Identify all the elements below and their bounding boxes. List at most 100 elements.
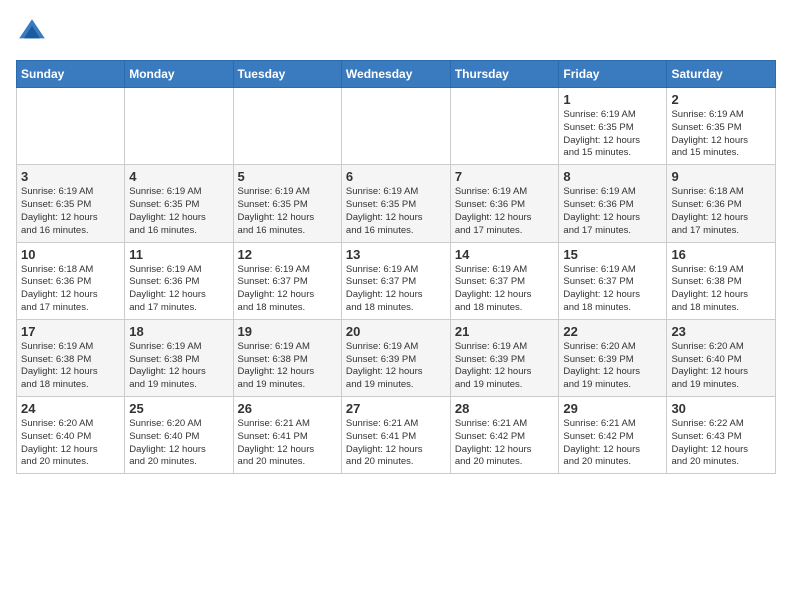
day-number: 5 <box>238 169 337 184</box>
day-number: 25 <box>129 401 228 416</box>
calendar-cell-24: 24Sunrise: 6:20 AM Sunset: 6:40 PM Dayli… <box>17 397 125 474</box>
calendar-cell-30: 30 Sunrise: 6:22 AM Sunset: 6:43 PM Dayli… <box>667 397 776 474</box>
day-number: 9 <box>671 169 771 184</box>
day-info: Sunrise: 6:21 AM Sunset: 6:41 PM Dayligh… <box>238 418 337 469</box>
day-info: Sunrise: 6:19 AM Sunset: 6:35 PM Dayligh… <box>671 109 771 160</box>
day-info: Sunrise: 6:19 AM Sunset: 6:36 PM Dayligh… <box>563 186 662 237</box>
calendar-cell-20: 20 Sunrise: 6:19 AM Sunset: 6:39 PM Dayli… <box>341 319 450 396</box>
day-info: Sunrise: 6:21 AM Sunset: 6:42 PM Dayligh… <box>563 418 662 469</box>
calendar-cell-11: 11 Sunrise: 6:19 AM Sunset: 6:36 PM Dayli… <box>125 242 233 319</box>
calendar-cell-empty <box>450 88 559 165</box>
day-info: Sunrise: 6:18 AM Sunset: 6:36 PM Dayligh… <box>671 186 771 237</box>
day-info: Sunrise: 6:19 AM Sunset: 6:38 PM Dayligh… <box>129 341 228 392</box>
day-info: Sunrise: 6:21 AM Sunset: 6:42 PM Dayligh… <box>455 418 555 469</box>
column-header-tuesday: Tuesday <box>233 61 341 88</box>
calendar-cell-28: 28 Sunrise: 6:21 AM Sunset: 6:42 PM Dayli… <box>450 397 559 474</box>
column-header-monday: Monday <box>125 61 233 88</box>
calendar-cell-17: 17Sunrise: 6:19 AM Sunset: 6:38 PM Dayli… <box>17 319 125 396</box>
calendar-cell-4: 4 Sunrise: 6:19 AM Sunset: 6:35 PM Daylig… <box>125 165 233 242</box>
column-header-friday: Friday <box>559 61 667 88</box>
day-info: Sunrise: 6:20 AM Sunset: 6:40 PM Dayligh… <box>671 341 771 392</box>
calendar-cell-empty <box>233 88 341 165</box>
day-number: 15 <box>563 247 662 262</box>
column-header-thursday: Thursday <box>450 61 559 88</box>
day-info: Sunrise: 6:19 AM Sunset: 6:35 PM Dayligh… <box>21 186 120 237</box>
day-number: 11 <box>129 247 228 262</box>
day-number: 6 <box>346 169 446 184</box>
day-info: Sunrise: 6:19 AM Sunset: 6:38 PM Dayligh… <box>21 341 120 392</box>
day-info: Sunrise: 6:19 AM Sunset: 6:37 PM Dayligh… <box>238 264 337 315</box>
day-number: 10 <box>21 247 120 262</box>
calendar-cell-10: 10 Sunrise: 6:18 AM Sunset: 6:36 PM Dayli… <box>17 242 125 319</box>
calendar-cell-empty <box>125 88 233 165</box>
day-number: 30 <box>671 401 771 416</box>
day-info: Sunrise: 6:22 AM Sunset: 6:43 PM Dayligh… <box>671 418 771 469</box>
calendar-cell-9: 9 Sunrise: 6:18 AM Sunset: 6:36 PM Daylig… <box>667 165 776 242</box>
day-info: Sunrise: 6:19 AM Sunset: 6:38 PM Dayligh… <box>671 264 771 315</box>
calendar-cell-6: 6 Sunrise: 6:19 AM Sunset: 6:35 PM Daylig… <box>341 165 450 242</box>
logo-icon <box>16 16 48 48</box>
calendar-cell-14: 14 Sunrise: 6:19 AM Sunset: 6:37 PM Dayli… <box>450 242 559 319</box>
calendar-cell-23: 23Sunrise: 6:20 AM Sunset: 6:40 PM Dayli… <box>667 319 776 396</box>
calendar-cell-3: 3Sunrise: 6:19 AM Sunset: 6:35 PM Daylig… <box>17 165 125 242</box>
calendar-cell-16: 16 Sunrise: 6:19 AM Sunset: 6:38 PM Dayli… <box>667 242 776 319</box>
day-info: Sunrise: 6:19 AM Sunset: 6:35 PM Dayligh… <box>563 109 662 160</box>
calendar-cell-13: 13 Sunrise: 6:19 AM Sunset: 6:37 PM Dayli… <box>341 242 450 319</box>
day-number: 29 <box>563 401 662 416</box>
day-info: Sunrise: 6:19 AM Sunset: 6:39 PM Dayligh… <box>346 341 446 392</box>
calendar-table: SundayMondayTuesdayWednesdayThursdayFrid… <box>16 60 776 474</box>
day-info: Sunrise: 6:19 AM Sunset: 6:35 PM Dayligh… <box>129 186 228 237</box>
day-info: Sunrise: 6:19 AM Sunset: 6:36 PM Dayligh… <box>129 264 228 315</box>
calendar-cell-1: 1 Sunrise: 6:19 AM Sunset: 6:35 PM Daylig… <box>559 88 667 165</box>
calendar-cell-empty <box>17 88 125 165</box>
day-info: Sunrise: 6:20 AM Sunset: 6:40 PM Dayligh… <box>129 418 228 469</box>
day-number: 19 <box>238 324 337 339</box>
day-info: Sunrise: 6:19 AM Sunset: 6:38 PM Dayligh… <box>238 341 337 392</box>
calendar-week-3: 17Sunrise: 6:19 AM Sunset: 6:38 PM Dayli… <box>17 319 776 396</box>
calendar-cell-21: 21 Sunrise: 6:19 AM Sunset: 6:39 PM Dayli… <box>450 319 559 396</box>
day-number: 22 <box>563 324 662 339</box>
calendar-cell-5: 5 Sunrise: 6:19 AM Sunset: 6:35 PM Daylig… <box>233 165 341 242</box>
calendar-cell-26: 26 Sunrise: 6:21 AM Sunset: 6:41 PM Dayli… <box>233 397 341 474</box>
calendar-cell-2: 2 Sunrise: 6:19 AM Sunset: 6:35 PM Daylig… <box>667 88 776 165</box>
day-number: 28 <box>455 401 555 416</box>
day-info: Sunrise: 6:19 AM Sunset: 6:37 PM Dayligh… <box>455 264 555 315</box>
day-number: 1 <box>563 92 662 107</box>
day-number: 20 <box>346 324 446 339</box>
calendar-cell-25: 25 Sunrise: 6:20 AM Sunset: 6:40 PM Dayli… <box>125 397 233 474</box>
page-header <box>16 16 776 48</box>
day-number: 12 <box>238 247 337 262</box>
day-number: 2 <box>671 92 771 107</box>
calendar-cell-29: 29 Sunrise: 6:21 AM Sunset: 6:42 PM Dayli… <box>559 397 667 474</box>
calendar-cell-22: 22Sunrise: 6:20 AM Sunset: 6:39 PM Dayli… <box>559 319 667 396</box>
day-number: 14 <box>455 247 555 262</box>
calendar-cell-12: 12 Sunrise: 6:19 AM Sunset: 6:37 PM Dayli… <box>233 242 341 319</box>
day-number: 7 <box>455 169 555 184</box>
day-number: 4 <box>129 169 228 184</box>
day-number: 26 <box>238 401 337 416</box>
calendar-week-0: 1 Sunrise: 6:19 AM Sunset: 6:35 PM Daylig… <box>17 88 776 165</box>
day-info: Sunrise: 6:19 AM Sunset: 6:37 PM Dayligh… <box>563 264 662 315</box>
day-info: Sunrise: 6:19 AM Sunset: 6:36 PM Dayligh… <box>455 186 555 237</box>
day-info: Sunrise: 6:19 AM Sunset: 6:35 PM Dayligh… <box>238 186 337 237</box>
day-number: 24 <box>21 401 120 416</box>
calendar-week-4: 24 Sunrise: 6:20 AM Sunset: 6:40 PM Dayli… <box>17 397 776 474</box>
day-info: Sunrise: 6:19 AM Sunset: 6:35 PM Dayligh… <box>346 186 446 237</box>
day-number: 21 <box>455 324 555 339</box>
day-number: 13 <box>346 247 446 262</box>
day-info: Sunrise: 6:18 AM Sunset: 6:36 PM Dayligh… <box>21 264 120 315</box>
calendar-header-row: SundayMondayTuesdayWednesdayThursdayFrid… <box>17 61 776 88</box>
column-header-saturday: Saturday <box>667 61 776 88</box>
day-number: 16 <box>671 247 771 262</box>
calendar-week-2: 10 Sunrise: 6:18 AM Sunset: 6:36 PM Dayli… <box>17 242 776 319</box>
day-info: Sunrise: 6:19 AM Sunset: 6:39 PM Dayligh… <box>455 341 555 392</box>
calendar-cell-27: 27Sunrise: 6:21 AM Sunset: 6:41 PM Dayli… <box>341 397 450 474</box>
calendar-cell-7: 7 Sunrise: 6:19 AM Sunset: 6:36 PM Daylig… <box>450 165 559 242</box>
calendar-cell-15: 15 Sunrise: 6:19 AM Sunset: 6:37 PM Dayli… <box>559 242 667 319</box>
column-header-wednesday: Wednesday <box>341 61 450 88</box>
calendar-cell-8: 8 Sunrise: 6:19 AM Sunset: 6:36 PM Daylig… <box>559 165 667 242</box>
day-info: Sunrise: 6:19 AM Sunset: 6:37 PM Dayligh… <box>346 264 446 315</box>
day-number: 8 <box>563 169 662 184</box>
day-number: 27 <box>346 401 446 416</box>
calendar-cell-empty <box>341 88 450 165</box>
